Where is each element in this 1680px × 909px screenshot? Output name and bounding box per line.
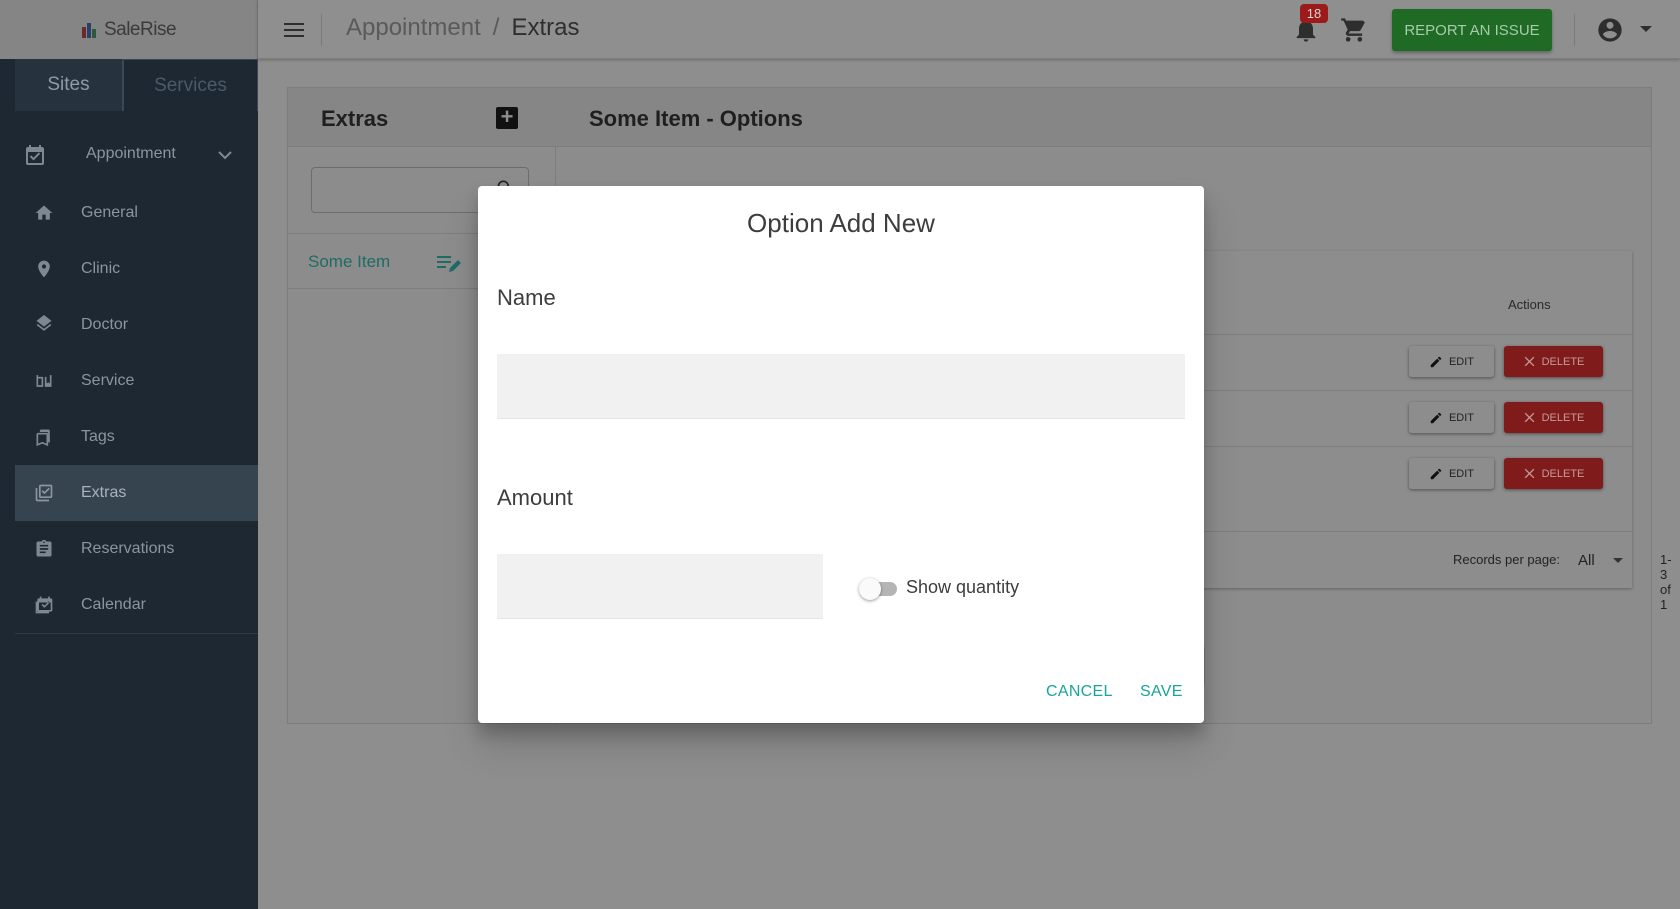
sidebar-item-service[interactable]: Service: [15, 353, 258, 409]
delete-button[interactable]: DELETE: [1504, 346, 1603, 377]
sidebar-group-appointment[interactable]: Appointment: [15, 133, 258, 177]
show-quantity-label: Show quantity: [906, 577, 1020, 597]
edit-button[interactable]: EDIT: [1409, 346, 1494, 377]
delete-button[interactable]: DELETE: [1504, 458, 1603, 489]
playlist-edit-icon[interactable]: [436, 253, 462, 275]
show-quantity-toggle[interactable]: [859, 578, 897, 600]
edit-button[interactable]: EDIT: [1409, 458, 1494, 489]
sidebar-item-calendar[interactable]: Calendar: [15, 577, 258, 633]
hamburger-menu-icon[interactable]: [282, 18, 306, 42]
book-icon: [36, 375, 52, 387]
dialog-title: Option Add New: [747, 208, 935, 238]
extras-list-title: Extras: [321, 106, 389, 131]
save-button[interactable]: SAVE: [1140, 683, 1183, 701]
salerise-logo-icon: [81, 22, 96, 38]
sidebar-item-label: Reservations: [81, 540, 175, 557]
layers-icon: [36, 315, 52, 331]
records-per-page-label: Records per page:: [1453, 552, 1560, 567]
options-title: Some Item - Options: [589, 106, 803, 131]
app-root: SaleRise Appointment / Extras 18 REPORT …: [0, 0, 1680, 909]
home-icon: [35, 205, 53, 220]
edit-button[interactable]: EDIT: [1409, 402, 1494, 433]
toolbar-divider: [321, 14, 322, 46]
extras-list-header: Extras +: [288, 88, 556, 147]
breadcrumb-parent[interactable]: Appointment: [346, 14, 481, 42]
sidebar-item-label: Clinic: [81, 260, 121, 277]
cart-icon[interactable]: [1340, 16, 1368, 44]
delete-button-label: DELETE: [1541, 355, 1585, 368]
toggle-knob: [859, 578, 881, 600]
chevron-down-icon: [218, 151, 232, 160]
sidebar-item-label: Doctor: [81, 316, 129, 333]
map-pin-icon: [38, 260, 50, 278]
notification-badge: 18: [1300, 4, 1328, 23]
checklist-icon: [35, 484, 53, 502]
options-header: Some Item - Options: [556, 88, 1651, 147]
sidebar-item-clinic[interactable]: Clinic: [15, 241, 258, 297]
sidebar-item-label: Service: [81, 372, 135, 389]
report-issue-button[interactable]: REPORT AN ISSUE: [1392, 9, 1552, 51]
clipboard-icon: [36, 539, 52, 557]
actions-column-header: Actions: [1508, 297, 1551, 312]
edit-button-label: EDIT: [1448, 467, 1475, 480]
close-icon: [1524, 468, 1534, 479]
add-extra-button[interactable]: +: [496, 106, 518, 129]
tab-services[interactable]: Services: [123, 59, 258, 111]
bookmark-icon: [36, 429, 50, 447]
delete-button-label: DELETE: [1541, 467, 1585, 480]
records-per-page-select[interactable]: All: [1578, 552, 1595, 569]
sidebar-group-label: Appointment: [86, 145, 176, 162]
pagination-range: 1-3 of 1: [1660, 552, 1672, 612]
sidebar-nav: Sites Services Appointment General Clini…: [15, 59, 258, 634]
name-field[interactable]: [497, 354, 1185, 419]
toolbar-divider: [1574, 14, 1575, 46]
sidebar-item-label: Tags: [81, 428, 115, 445]
pencil-icon: [1430, 356, 1442, 367]
sidebar-item-label: General: [81, 204, 138, 221]
edit-button-label: EDIT: [1448, 355, 1475, 368]
amount-label: Amount: [497, 485, 573, 510]
breadcrumb-separator: /: [492, 14, 500, 41]
calendar-check-icon: [35, 596, 53, 614]
logo-area: SaleRise: [0, 0, 258, 59]
delete-button[interactable]: DELETE: [1504, 402, 1603, 433]
sidebar: Sites Services Appointment General Clini…: [0, 59, 258, 909]
records-per-page-caret-icon[interactable]: [1613, 558, 1623, 563]
cancel-button[interactable]: CANCEL: [1046, 683, 1113, 701]
close-icon: [1524, 412, 1534, 423]
sidebar-item-general[interactable]: General: [15, 185, 258, 241]
amount-field[interactable]: [497, 554, 823, 619]
sidebar-item-label: Calendar: [81, 596, 146, 613]
account-caret-down-icon[interactable]: [1640, 26, 1652, 32]
delete-button-label: DELETE: [1541, 411, 1585, 424]
breadcrumb: Appointment / Extras: [346, 14, 579, 42]
breadcrumb-current: Extras: [511, 14, 580, 41]
extras-item-label: Some Item: [308, 252, 391, 271]
pencil-icon: [1430, 412, 1442, 423]
sidebar-item-reservations[interactable]: Reservations: [15, 521, 258, 577]
sidebar-item-tags[interactable]: Tags: [15, 409, 258, 465]
calendar-check-icon: [26, 145, 44, 165]
account-circle-icon[interactable]: [1596, 16, 1624, 44]
sidebar-item-extras[interactable]: Extras: [15, 465, 258, 521]
sidebar-tabs: Sites Services: [15, 59, 258, 111]
sidebar-item-label: Extras: [81, 484, 127, 501]
close-icon: [1524, 356, 1534, 367]
logo-text: SaleRise: [103, 18, 177, 40]
sidebar-item-doctor[interactable]: Doctor: [15, 297, 258, 353]
name-label: Name: [497, 285, 556, 310]
option-add-dialog: Option Add New Name Amount Show quantity…: [478, 186, 1204, 723]
pencil-icon: [1430, 468, 1442, 479]
edit-button-label: EDIT: [1448, 411, 1475, 424]
top-bar: Appointment / Extras 18 REPORT AN ISSUE: [258, 0, 1680, 59]
tab-sites[interactable]: Sites: [15, 59, 123, 111]
logo[interactable]: SaleRise: [81, 18, 177, 41]
